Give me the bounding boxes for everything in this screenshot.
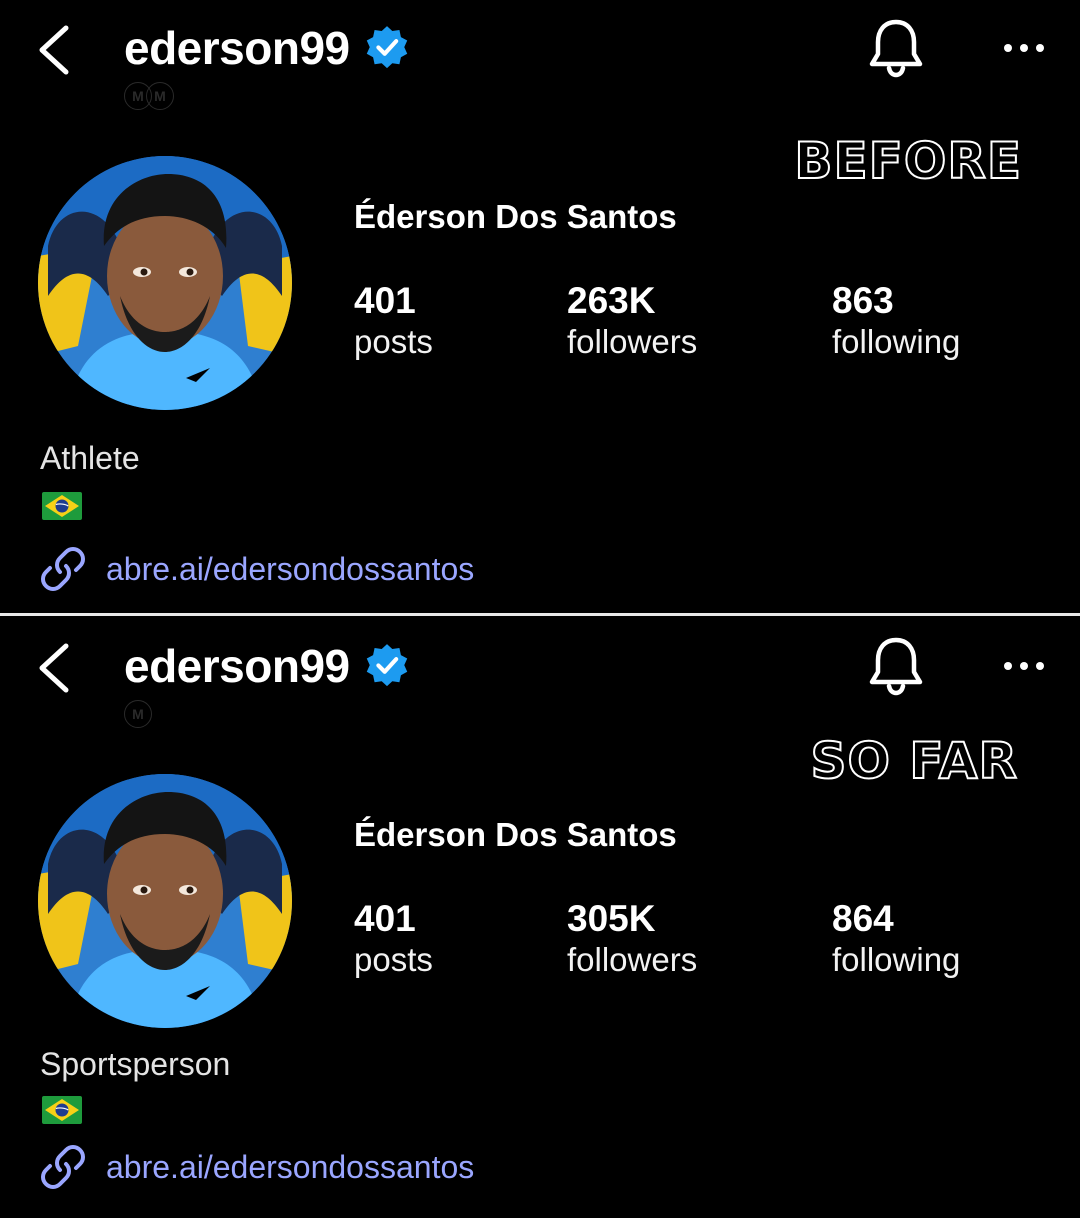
brazil-flag-icon (42, 1096, 82, 1124)
profile-link[interactable]: abre.ai/edersondossantos (40, 1144, 474, 1190)
posts-count: 401 (354, 280, 416, 321)
link-text: abre.ai/edersondossantos (106, 550, 475, 587)
posts-label: posts (354, 323, 433, 360)
chevron-left-icon (39, 643, 69, 693)
followers-count: 263K (567, 280, 656, 321)
following-count: 864 (832, 898, 894, 939)
stat-following[interactable]: 863 following (832, 280, 960, 362)
avatar-image (38, 774, 292, 1028)
more-options-button[interactable] (998, 648, 1050, 684)
username-row: ederson99 (124, 636, 410, 696)
following-label: following (832, 323, 961, 360)
profile-category: Sportsperson (40, 1046, 231, 1082)
panel-divider (0, 613, 1080, 616)
followers-label: followers (567, 941, 698, 978)
chevron-left-icon (39, 25, 69, 75)
following-label: following (832, 941, 961, 978)
link-icon (41, 1145, 85, 1189)
threads-badge-icon[interactable]: MM (124, 82, 174, 110)
avatar-image (38, 156, 292, 410)
more-horizontal-icon (1004, 44, 1044, 52)
followers-count: 305K (567, 898, 656, 939)
verified-badge-icon (366, 644, 407, 687)
username: ederson99 (124, 22, 350, 74)
posts-label: posts (354, 941, 433, 978)
stat-followers[interactable]: 305K followers (567, 898, 697, 980)
bell-icon (869, 637, 923, 696)
link-text: abre.ai/edersondossantos (106, 1148, 475, 1185)
more-horizontal-icon (1004, 662, 1044, 670)
full-name: Éderson Dos Santos (354, 816, 677, 853)
followers-label: followers (567, 323, 698, 360)
back-button[interactable] (30, 638, 80, 698)
profile-avatar[interactable] (38, 774, 292, 1028)
stat-posts[interactable]: 401 posts (354, 898, 433, 980)
stat-followers[interactable]: 263K followers (567, 280, 697, 362)
brazil-flag-icon (42, 492, 82, 520)
profile-link[interactable]: abre.ai/edersondossantos (40, 546, 474, 592)
profile-avatar[interactable] (38, 156, 292, 410)
username: ederson99 (124, 640, 350, 692)
posts-count: 401 (354, 898, 416, 939)
more-options-button[interactable] (998, 30, 1050, 66)
notifications-button[interactable] (862, 14, 930, 82)
profile-panel-after: ederson99 M SO FAR Éderson Dos Santos 40… (0, 618, 1080, 1218)
overlay-label-before: BEFORE (793, 131, 1022, 191)
back-button[interactable] (30, 20, 80, 80)
stat-following[interactable]: 864 following (832, 898, 960, 980)
profile-panel-before: ederson99 MM BEFORE Éderson Dos Santos 4… (0, 0, 1080, 600)
threads-badge-icon[interactable]: M (124, 700, 152, 728)
full-name: Éderson Dos Santos (354, 198, 677, 235)
following-count: 863 (832, 280, 894, 321)
link-icon (41, 547, 85, 591)
verified-badge-icon (366, 26, 407, 69)
overlay-label-so-far: SO FAR (809, 731, 1018, 791)
stat-posts[interactable]: 401 posts (354, 280, 433, 362)
profile-category: Athlete (40, 440, 140, 476)
notifications-button[interactable] (862, 632, 930, 700)
bell-icon (869, 19, 923, 78)
username-row: ederson99 (124, 18, 410, 78)
